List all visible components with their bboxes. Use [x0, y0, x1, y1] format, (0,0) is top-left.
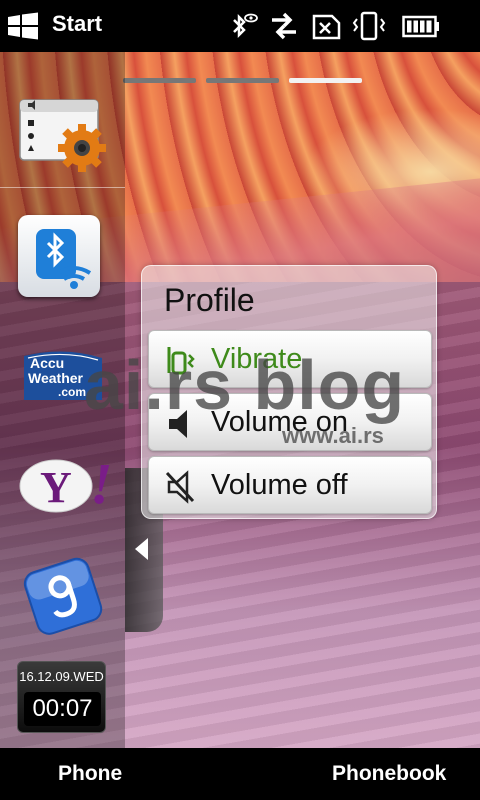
- bluetooth-icon[interactable]: [226, 10, 258, 42]
- watermark-title: ai.rs blog: [84, 346, 406, 424]
- page-indicator-3-active[interactable]: [289, 78, 362, 83]
- settings-shortcut[interactable]: [18, 98, 106, 172]
- watermark-url: www.ai.rs: [282, 423, 384, 448]
- soft-key-bar: Phone Phonebook: [0, 748, 480, 800]
- windows-logo-icon[interactable]: [6, 12, 40, 40]
- phone-softkey[interactable]: Phone: [58, 762, 122, 786]
- status-bar: Start: [0, 0, 480, 52]
- page-indicator-2[interactable]: [206, 78, 279, 83]
- bluetooth-shortcut[interactable]: [18, 215, 100, 297]
- start-menu-label[interactable]: Start: [52, 11, 102, 37]
- clock-hours: 00: [32, 695, 60, 722]
- phonebook-softkey[interactable]: Phonebook: [332, 762, 446, 786]
- settings-icon: [19, 99, 106, 172]
- vibrate-mode-icon[interactable]: [352, 10, 386, 42]
- no-sim-icon[interactable]: [310, 10, 342, 42]
- volume-off-button[interactable]: Volume off: [148, 456, 432, 514]
- clock-separator: :: [59, 695, 66, 722]
- shortcut-divider: [0, 187, 125, 188]
- clock-date: 16.12.09.WED: [19, 669, 104, 684]
- bluetooth-settings-icon: [36, 229, 92, 289]
- clock-minutes: 07: [65, 695, 93, 722]
- clock-time: 00:07: [24, 692, 101, 726]
- profile-title: Profile: [164, 282, 255, 318]
- yahoo-letter: Y: [40, 463, 72, 512]
- arrow-left-icon: [135, 538, 148, 560]
- google-icon: [23, 557, 103, 635]
- page-indicator-1[interactable]: [123, 78, 196, 83]
- accuweather-line2: Weather: [28, 370, 83, 386]
- accuweather-line1: Accu: [30, 355, 65, 371]
- accuweather-line3: .com: [58, 385, 87, 399]
- speaker-muted-icon: [165, 470, 195, 504]
- yahoo-shortcut[interactable]: Y !: [18, 451, 113, 516]
- clock-widget[interactable]: 16.12.09.WED 00:07: [17, 661, 106, 733]
- battery-icon[interactable]: [402, 10, 440, 42]
- volume-off-label: Volume off: [211, 469, 348, 501]
- data-sync-icon[interactable]: [268, 10, 300, 42]
- google-shortcut[interactable]: [18, 554, 110, 638]
- yahoo-exclaim: !: [90, 451, 113, 516]
